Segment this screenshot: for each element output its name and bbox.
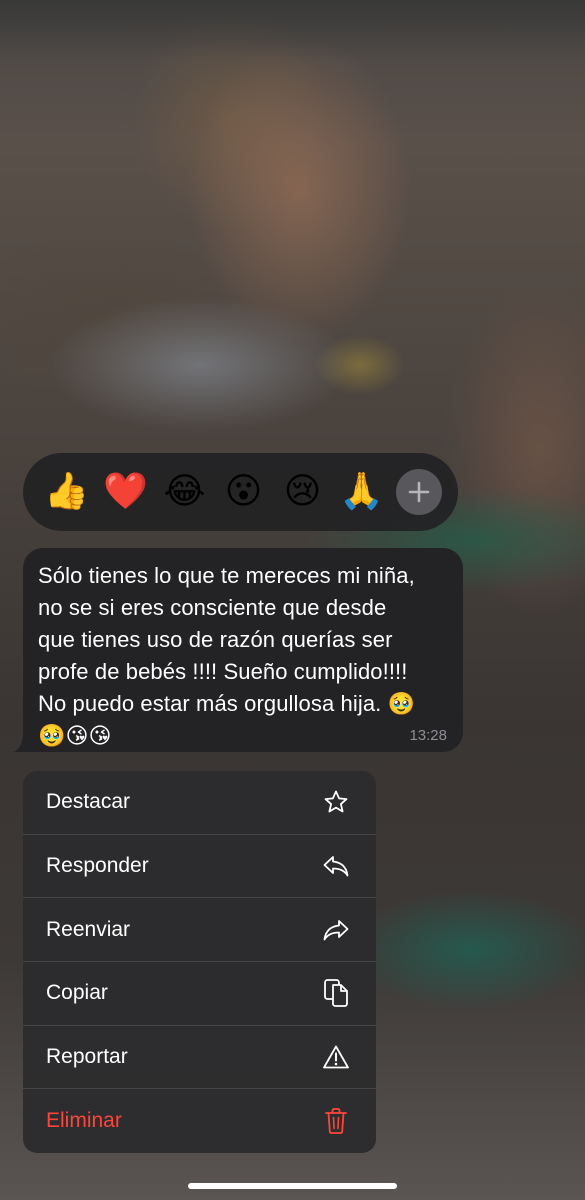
menu-item-label: Reenviar — [46, 917, 131, 941]
open-mouth-emoji: 😮 — [224, 471, 263, 512]
more-reactions-button[interactable] — [396, 469, 442, 515]
menu-item-copiar[interactable]: Copiar — [23, 962, 376, 1026]
reaction-crying[interactable]: 😢 — [273, 463, 332, 522]
menu-item-eliminar[interactable]: Eliminar — [23, 1089, 376, 1153]
reaction-bar: 👍 ❤️ 😂 😮 😢 🙏 — [23, 453, 458, 531]
blurred-header — [0, 0, 585, 60]
tears-of-joy-emoji: 😂 — [163, 471, 206, 512]
reply-icon — [322, 852, 350, 880]
message-timestamp: 13:28 — [409, 727, 447, 744]
forward-icon — [322, 916, 350, 944]
menu-item-label: Eliminar — [46, 1109, 122, 1133]
warning-icon — [322, 1043, 350, 1071]
trash-icon — [322, 1107, 350, 1135]
menu-item-responder[interactable]: Responder — [23, 835, 376, 899]
plus-icon — [408, 481, 430, 503]
home-indicator[interactable] — [188, 1183, 397, 1189]
reaction-tears-of-joy[interactable]: 😂 — [155, 463, 214, 522]
menu-item-label: Responder — [46, 854, 149, 878]
reaction-folded-hands[interactable]: 🙏 — [332, 463, 391, 522]
copy-icon — [322, 979, 350, 1008]
crying-emoji: 😢 — [283, 471, 322, 512]
message-context-menu: Destacar Responder Reenviar Copiar Repor… — [23, 771, 376, 1153]
menu-item-label: Destacar — [46, 790, 131, 814]
menu-item-label: Copiar — [46, 981, 108, 1005]
reaction-open-mouth[interactable]: 😮 — [214, 463, 273, 522]
menu-item-label: Reportar — [46, 1045, 128, 1069]
menu-item-reportar[interactable]: Reportar — [23, 1026, 376, 1090]
red-heart-emoji: ❤️ — [103, 471, 148, 512]
menu-item-destacar[interactable]: Destacar — [23, 771, 376, 835]
folded-hands-emoji: 🙏 — [339, 471, 384, 512]
menu-item-reenviar[interactable]: Reenviar — [23, 898, 376, 963]
message-text: Sólo tienes lo que te mereces mi niña, n… — [38, 563, 416, 748]
reaction-red-heart[interactable]: ❤️ — [96, 463, 155, 522]
reaction-thumbs-up[interactable]: 👍 — [37, 463, 96, 522]
thumbs-up-emoji: 👍 — [44, 471, 89, 512]
message-bubble[interactable]: Sólo tienes lo que te mereces mi niña, n… — [23, 548, 463, 752]
star-icon — [322, 788, 350, 816]
